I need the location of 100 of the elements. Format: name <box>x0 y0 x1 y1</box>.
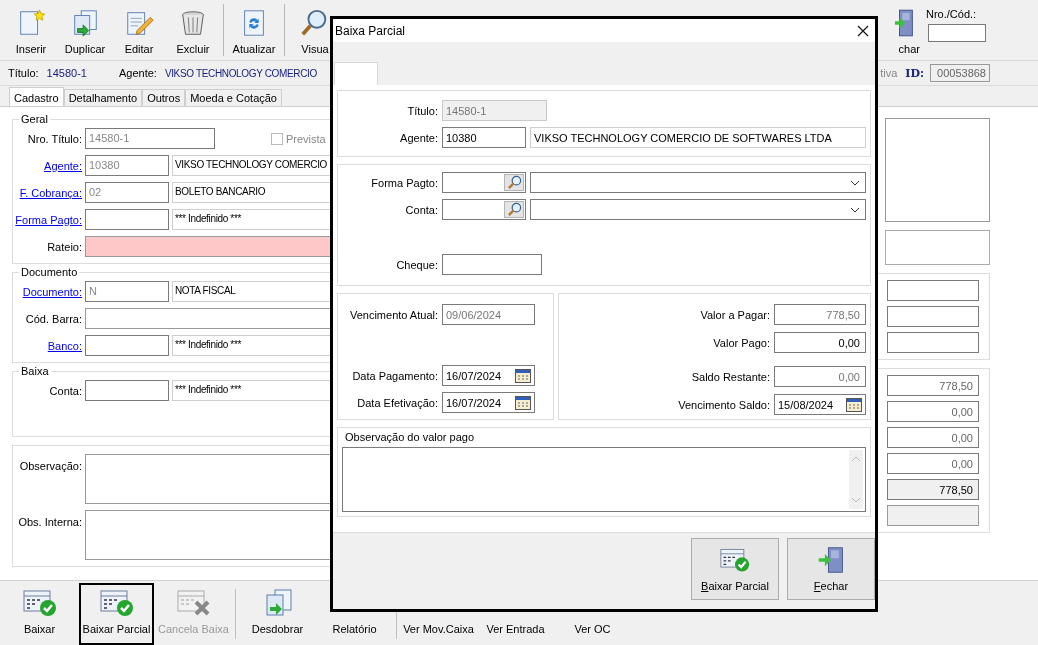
description-field: VIKSO TECHNOLOGY COMERCIO DE SOFTWARES LTDA <box>530 127 866 148</box>
calendar-icon[interactable] <box>515 368 531 383</box>
field-label: Valor Pago: <box>712 336 770 349</box>
group-title: Observação do valor pago <box>344 431 476 443</box>
field-label: Vencimento Atual: <box>348 308 438 321</box>
field-label: Título: <box>406 104 438 117</box>
status-text: tiva <box>880 67 898 79</box>
agent-value: VIKSO TECHNOLOGY COMERCIO <box>164 67 317 79</box>
field-label: Rateio: <box>46 240 82 253</box>
field-label: Data Pagamento: <box>351 369 438 382</box>
toolbar-button[interactable]: Desdobrar <box>240 583 315 645</box>
grid-check-icon <box>99 589 134 617</box>
field-link[interactable]: F. Cobrança: <box>13 186 82 199</box>
field-link[interactable]: Documento: <box>13 285 82 298</box>
input-field[interactable] <box>85 209 169 230</box>
agent-label: Agente: <box>118 67 157 79</box>
toolbar-button[interactable]: Relatório <box>317 583 392 645</box>
title-label: Título: <box>8 67 39 79</box>
chevron-down-icon <box>850 206 860 213</box>
text-area[interactable] <box>342 447 866 512</box>
title-value: 14580-1 <box>46 67 87 79</box>
field-label: Forma Pagto: <box>370 176 438 189</box>
close-icon[interactable] <box>857 24 869 37</box>
tab[interactable]: Outros <box>142 89 186 106</box>
search-button[interactable] <box>504 201 524 218</box>
field-label: Conta: <box>48 384 82 397</box>
toolbar-button[interactable]: Editar <box>112 0 166 60</box>
checkbox-label: Prevista <box>286 132 326 145</box>
field-label: Conta: <box>404 203 438 216</box>
chevron-down-icon <box>850 179 860 186</box>
toolbar-button[interactable]: Ver Entrada <box>478 583 553 645</box>
toolbar-button[interactable]: Duplicar <box>58 0 112 60</box>
input-field[interactable]: 14580-1 <box>85 128 215 149</box>
text-area[interactable] <box>885 118 990 222</box>
amount-field: 778,50 <box>887 479 979 500</box>
field-label: Saldo Restante: <box>690 370 770 383</box>
dialog-title: Baixa Parcial <box>335 23 406 38</box>
code-label: Nro./Cód.: <box>926 8 978 20</box>
tab[interactable]: Moeda e Cotação <box>185 89 282 106</box>
calendar-icon[interactable] <box>846 397 862 412</box>
search-button[interactable] <box>504 174 524 191</box>
field-label: Valor a Pagar: <box>699 308 770 321</box>
grid-cross-icon <box>176 589 211 617</box>
field-link[interactable]: Banco: <box>13 339 82 352</box>
amount-field: 778,50 <box>887 375 979 396</box>
calendar-icon[interactable] <box>515 395 531 410</box>
toolbar-button[interactable]: Atualizar <box>227 0 281 60</box>
amount-field: 0,00 <box>887 453 979 474</box>
field-label: Nro. Título: <box>26 132 82 145</box>
toolbar-button[interactable]: Ver OC <box>555 583 630 645</box>
dropdown[interactable] <box>530 172 866 193</box>
field-label: Data Efetivação: <box>356 396 438 409</box>
code-field[interactable] <box>928 24 986 42</box>
field-label: Cód. Barra: <box>24 312 82 325</box>
field-label: Observação: <box>18 459 82 472</box>
amount-field[interactable]: 0,00 <box>774 332 866 353</box>
input-field[interactable]: 10380 <box>85 155 169 176</box>
input-field[interactable] <box>887 306 979 327</box>
id-label: ID: <box>905 66 924 80</box>
toolbar-button[interactable]: Excluir <box>166 0 220 60</box>
group-title: Baixa <box>19 365 51 377</box>
grid-check-icon <box>720 546 750 574</box>
tab[interactable]: Cadastro <box>9 87 64 106</box>
input-field[interactable] <box>887 332 979 353</box>
door-icon <box>894 8 916 38</box>
input-field[interactable] <box>442 199 526 220</box>
amount-field: 0,00 <box>887 427 979 448</box>
input-field[interactable] <box>85 380 169 401</box>
text-area[interactable] <box>885 230 990 265</box>
group-title: Documento <box>19 266 80 278</box>
input-field[interactable]: N <box>85 281 169 302</box>
field-link[interactable]: Agente: <box>13 159 82 172</box>
input-field[interactable]: 10380 <box>442 127 526 148</box>
tab[interactable]: Detalhamento <box>63 89 143 106</box>
close-button[interactable]: Fechar <box>787 538 875 600</box>
date-field[interactable]: 15/08/2024 <box>774 394 866 415</box>
dropdown[interactable] <box>530 199 866 220</box>
toolbar-button[interactable]: Ver Mov.Caixa <box>401 583 476 645</box>
id-field: 00053868 <box>930 64 990 82</box>
toolbar-button[interactable]: Inserir <box>4 0 58 60</box>
door-icon <box>816 546 846 574</box>
date-field[interactable]: 16/07/2024 <box>442 365 535 386</box>
date-field[interactable]: 16/07/2024 <box>442 392 535 413</box>
grid-check-icon <box>22 589 57 617</box>
close-button[interactable]: char <box>880 0 920 60</box>
confirm-button[interactable]: Baixar Parcial <box>691 538 779 600</box>
field-label: Obs. Interna: <box>17 515 82 528</box>
toolbar-button[interactable]: Baixar Parcial <box>79 583 154 645</box>
group-title: Geral <box>19 113 50 125</box>
amount-field: 0,00 <box>887 401 979 422</box>
input-field[interactable] <box>887 280 979 301</box>
toolbar-button[interactable]: Baixar <box>2 583 77 645</box>
field-label: Cheque: <box>395 258 438 271</box>
input-field[interactable] <box>442 172 526 193</box>
field-label: Agente: <box>399 131 438 144</box>
field-link[interactable]: Forma Pagto: <box>13 213 82 226</box>
field-label: Vencimento Saldo: <box>677 398 770 411</box>
input-field[interactable]: 02 <box>85 182 169 203</box>
input-field[interactable] <box>442 254 542 275</box>
input-field[interactable] <box>85 335 169 356</box>
